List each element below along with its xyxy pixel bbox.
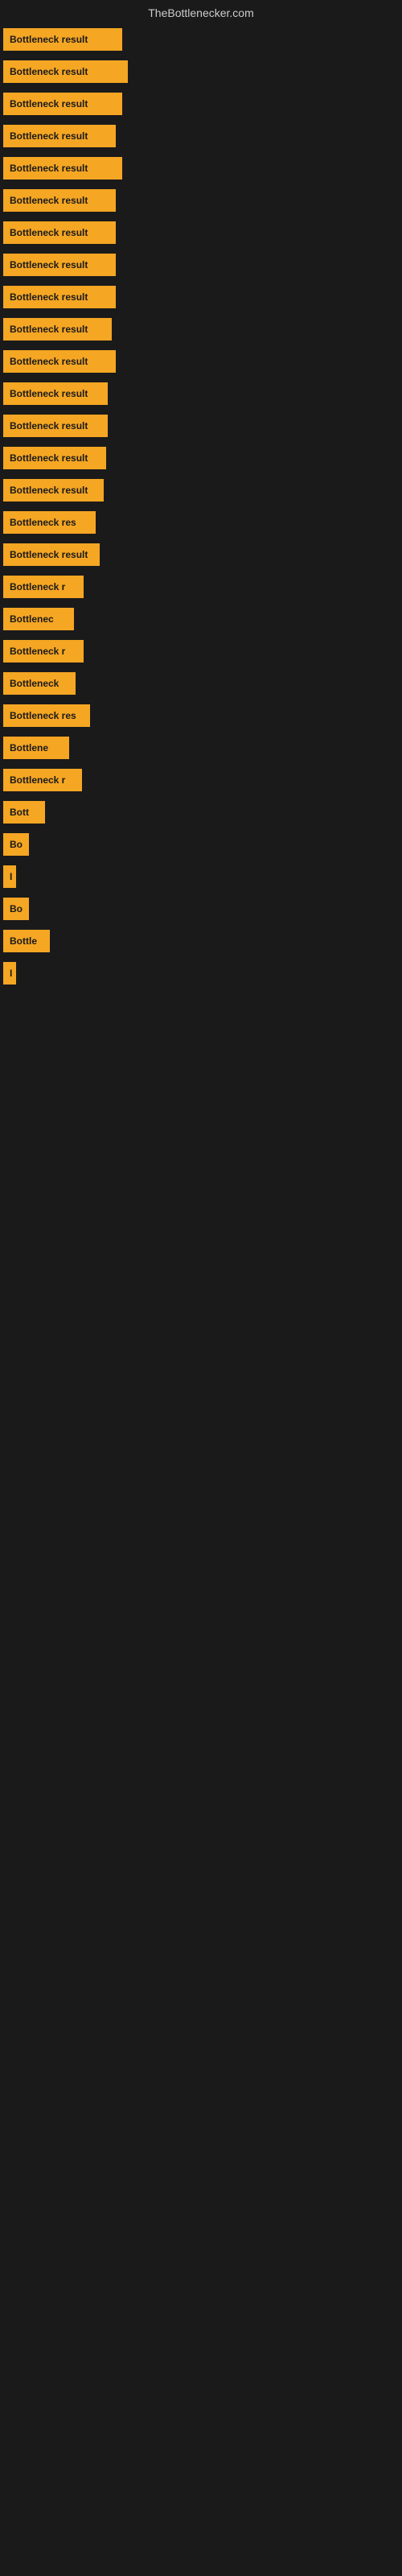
bottleneck-badge[interactable]: Bottleneck result: [3, 28, 122, 51]
list-item: I: [3, 861, 399, 892]
list-item: Bottleneck res: [3, 507, 399, 538]
items-container: Bottleneck result Bottleneck result Bottle…: [0, 24, 402, 989]
list-item: Bottleneck result: [3, 346, 399, 377]
bottleneck-badge[interactable]: I: [3, 962, 16, 985]
bottleneck-badge[interactable]: Bottleneck res: [3, 704, 90, 727]
bottleneck-badge[interactable]: Bottleneck r: [3, 769, 82, 791]
bottleneck-badge[interactable]: Bottleneck result: [3, 479, 104, 502]
list-item: Bottleneck result: [3, 378, 399, 409]
list-item: Bott: [3, 797, 399, 828]
bottleneck-badge[interactable]: Bottleneck result: [3, 157, 122, 180]
bottleneck-badge[interactable]: I: [3, 865, 16, 888]
list-item: Bottlene: [3, 733, 399, 763]
list-item: Bottleneck r: [3, 572, 399, 602]
bottleneck-badge[interactable]: Bottleneck result: [3, 254, 116, 276]
list-item: Bottleneck: [3, 668, 399, 699]
list-item: Bottleneck r: [3, 636, 399, 667]
bottleneck-badge[interactable]: Bottleneck result: [3, 125, 116, 147]
list-item: Bottleneck result: [3, 539, 399, 570]
list-item: Bo: [3, 829, 399, 860]
bottleneck-badge[interactable]: Bottleneck result: [3, 447, 106, 469]
bottleneck-badge[interactable]: Bottleneck result: [3, 415, 108, 437]
bottleneck-badge[interactable]: Bo: [3, 833, 29, 856]
list-item: Bottleneck result: [3, 443, 399, 473]
bottleneck-badge[interactable]: Bottlenec: [3, 608, 74, 630]
bottleneck-badge[interactable]: Bottle: [3, 930, 50, 952]
bottleneck-badge[interactable]: Bott: [3, 801, 45, 824]
list-item: Bottleneck result: [3, 121, 399, 151]
bottleneck-badge[interactable]: Bottleneck result: [3, 286, 116, 308]
list-item: Bottleneck result: [3, 89, 399, 119]
bottleneck-badge[interactable]: Bottleneck result: [3, 382, 108, 405]
list-item: Bottleneck result: [3, 56, 399, 87]
bottleneck-badge[interactable]: Bottleneck result: [3, 543, 100, 566]
bottleneck-badge[interactable]: Bottleneck result: [3, 221, 116, 244]
page-wrapper: TheBottlenecker.com Bottleneck resultBot…: [0, 0, 402, 989]
list-item: I: [3, 958, 399, 989]
bottleneck-badge[interactable]: Bottleneck result: [3, 318, 112, 341]
bottleneck-badge[interactable]: Bottleneck res: [3, 511, 96, 534]
bottleneck-badge[interactable]: Bottleneck result: [3, 60, 128, 83]
bottleneck-badge[interactable]: Bottleneck result: [3, 189, 116, 212]
bottleneck-badge[interactable]: Bottleneck result: [3, 350, 116, 373]
bottleneck-badge[interactable]: Bottleneck r: [3, 640, 84, 663]
site-title: TheBottlenecker.com: [0, 0, 402, 23]
list-item: Bo: [3, 894, 399, 924]
list-item: Bottleneck result: [3, 314, 399, 345]
list-item: Bottleneck r: [3, 765, 399, 795]
list-item: Bottleneck result: [3, 282, 399, 312]
bottleneck-badge[interactable]: Bottleneck r: [3, 576, 84, 598]
bottleneck-badge[interactable]: Bo: [3, 898, 29, 920]
list-item: Bottlenec: [3, 604, 399, 634]
list-item: Bottleneck res: [3, 700, 399, 731]
list-item: Bottleneck result: [3, 24, 399, 55]
list-item: Bottleneck result: [3, 475, 399, 506]
bottleneck-badge[interactable]: Bottleneck: [3, 672, 76, 695]
bottleneck-badge[interactable]: Bottlene: [3, 737, 69, 759]
list-item: Bottle: [3, 926, 399, 956]
list-item: Bottleneck result: [3, 217, 399, 248]
list-item: Bottleneck result: [3, 153, 399, 184]
bottleneck-badge[interactable]: Bottleneck result: [3, 93, 122, 115]
list-item: Bottleneck result: [3, 185, 399, 216]
list-item: Bottleneck result: [3, 411, 399, 441]
list-item: Bottleneck result: [3, 250, 399, 280]
